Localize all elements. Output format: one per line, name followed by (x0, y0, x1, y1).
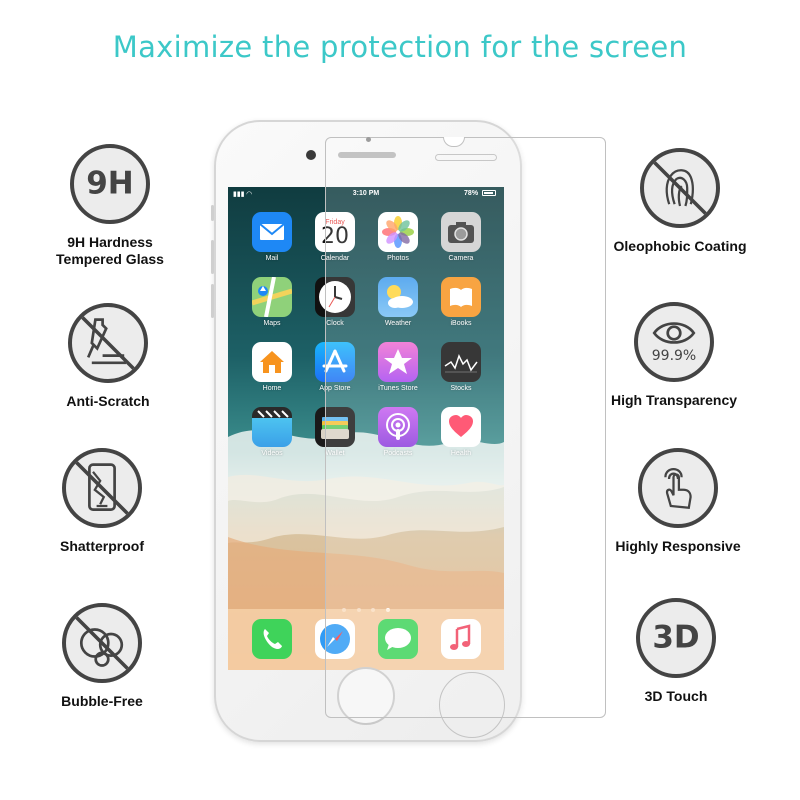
feature-highly-responsive: Highly Responsive (588, 448, 768, 555)
feature-9h-hardness: 9H 9H Hardness Tempered Glass (20, 144, 200, 268)
3d-touch-badge: 3D (636, 598, 716, 678)
feature-high-transparency: 99.9% High Transparency (584, 302, 764, 409)
bubble-free-icon (62, 603, 142, 683)
feature-label: Tempered Glass (56, 251, 164, 267)
feature-oleophobic-coating: Oleophobic Coating (590, 148, 770, 255)
feature-bubble-free: Bubble-Free (12, 603, 192, 710)
app-label: Videos (261, 450, 283, 457)
phone-side-button (211, 284, 214, 318)
mail-icon (252, 212, 292, 252)
shatterproof-icon (62, 448, 142, 528)
feature-label: Anti-Scratch (66, 393, 150, 409)
feature-label: 9H Hardness (67, 234, 153, 250)
tempered-glass-protector (325, 137, 606, 738)
feature-label: Shatterproof (60, 538, 144, 554)
app-label: Maps (263, 320, 281, 327)
feature-label: High Transparency (610, 392, 738, 408)
feature-anti-scratch: Anti-Scratch (18, 303, 198, 410)
front-camera (306, 150, 316, 160)
badge-3d-text: 3D (652, 619, 700, 656)
home-icon (252, 342, 292, 382)
phone-side-button (211, 240, 214, 274)
phone-side-button (211, 205, 214, 221)
phone-call-icon[interactable] (252, 619, 292, 659)
glass-speaker-slot (435, 154, 497, 161)
glass-home-cutout (439, 672, 505, 738)
fingerprint-icon (640, 148, 720, 228)
feature-label: Bubble-Free (61, 693, 143, 709)
feature-label: Oleophobic Coating (613, 238, 747, 254)
feature-shatterproof: Shatterproof (12, 448, 192, 555)
transparency-percentage: 99.9% (651, 348, 697, 364)
anti-scratch-icon (68, 303, 148, 383)
feature-label: 3D Touch (644, 688, 708, 704)
app-label: Home (262, 385, 282, 392)
app-label: Mail (265, 255, 279, 262)
app-videos[interactable]: Videos (248, 407, 296, 457)
app-maps[interactable]: Maps (248, 277, 296, 327)
feature-3d-touch: 3D 3D Touch (586, 598, 766, 705)
videos-icon (252, 407, 292, 447)
app-mail[interactable]: Mail (248, 212, 296, 262)
touch-hand-icon (638, 448, 718, 528)
feature-label: Highly Responsive (615, 538, 741, 554)
9h-hardness-badge: 9H (70, 144, 150, 224)
glass-notch (443, 137, 465, 147)
app-home[interactable]: Home (248, 342, 296, 392)
eye-icon: 99.9% (634, 302, 714, 382)
headline: Maximize the protection for the screen (112, 30, 688, 64)
maps-icon (252, 277, 292, 317)
glass-camera-hole (366, 137, 371, 142)
badge-9h-text: 9H (86, 165, 134, 202)
